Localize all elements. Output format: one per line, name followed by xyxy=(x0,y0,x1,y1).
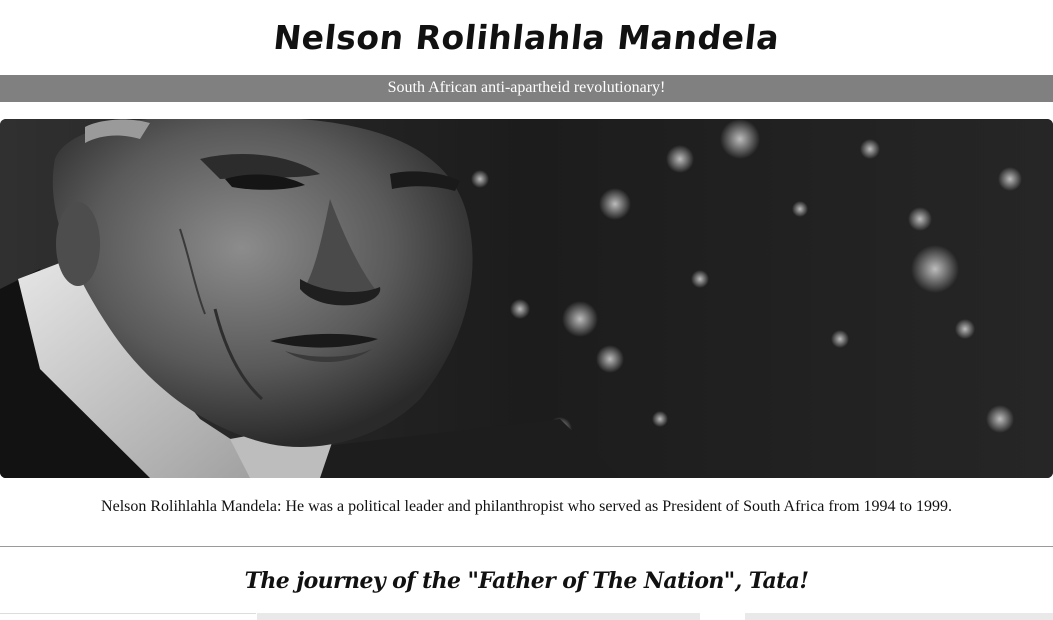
page-subtitle: South African anti-apartheid revolutiona… xyxy=(387,79,666,96)
page-title: Nelson Rolihlahla Mandela xyxy=(271,18,782,57)
section-divider xyxy=(0,546,1053,547)
timeline-panel-left xyxy=(0,613,256,620)
hero-caption: Nelson Rolihlahla Mandela: He was a poli… xyxy=(101,498,952,515)
mandela-portrait-image xyxy=(0,119,1053,478)
timeline-panel-right xyxy=(745,613,1053,620)
timeline-panel-center xyxy=(257,613,700,620)
subtitle-bar: South African anti-apartheid revolutiona… xyxy=(0,75,1053,102)
timeline-heading: The journey of the "Father of The Nation… xyxy=(244,568,809,594)
